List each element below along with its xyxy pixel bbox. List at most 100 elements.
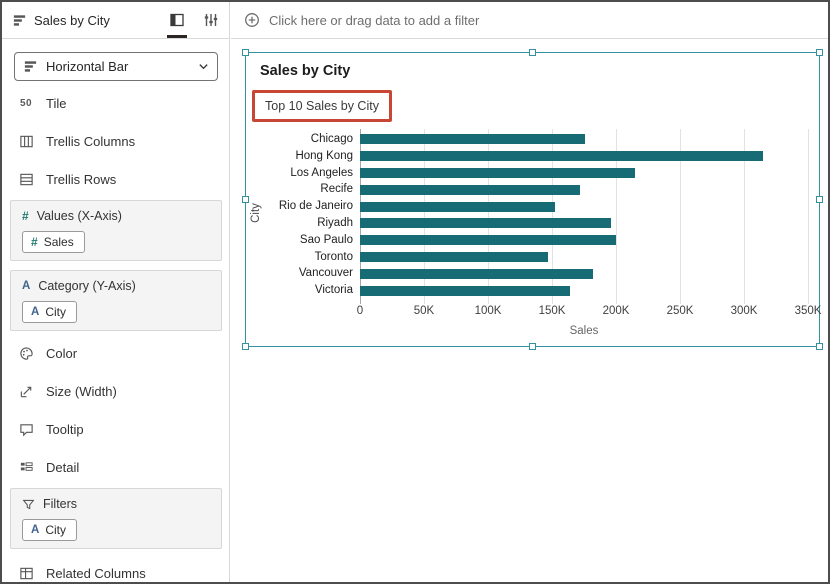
sidebar-item-size-width[interactable]: Size (Width) xyxy=(2,378,230,404)
section-values-x-axis[interactable]: # Values (X-Axis) # Sales xyxy=(10,200,222,261)
section-filters-header: Filters xyxy=(22,496,210,512)
bar[interactable] xyxy=(360,235,616,246)
sidebar-item-related-columns[interactable]: Related Columns xyxy=(2,560,230,582)
bar[interactable] xyxy=(360,251,549,262)
viz-title: Sales by City xyxy=(260,63,351,79)
filter-bar[interactable]: Click here or drag data to add a filter xyxy=(231,2,828,39)
visualization-sales-by-city[interactable]: Sales by City Top 10 Sales by City City … xyxy=(242,49,823,350)
color-palette-icon xyxy=(17,346,35,361)
category-label: Sao Paulo xyxy=(299,233,353,246)
chip-sales-label: Sales xyxy=(43,235,74,249)
sidebar-tabs xyxy=(167,2,221,38)
tab-properties[interactable] xyxy=(201,2,221,38)
viz-subtitle: Top 10 Sales by City xyxy=(265,99,379,113)
grammar-panel-icon xyxy=(169,12,185,28)
x-tick-label: 150K xyxy=(538,305,566,317)
resize-handle-e[interactable] xyxy=(816,195,823,203)
bar[interactable] xyxy=(360,201,555,212)
viz-type-label: Horizontal Bar xyxy=(46,59,129,74)
tab-grammar-panel[interactable] xyxy=(167,2,187,38)
x-tick-label: 50K xyxy=(413,305,435,317)
x-axis-label: Sales xyxy=(569,325,599,337)
section-filters-label: Filters xyxy=(43,497,78,511)
attribute-a-icon: A xyxy=(31,306,40,318)
section-filters[interactable]: Filters A City xyxy=(10,488,222,549)
trellis-rows-icon xyxy=(17,172,35,187)
measure-hash-icon: # xyxy=(31,235,38,249)
sidebar-title: Sales by City xyxy=(12,13,110,28)
bar[interactable] xyxy=(360,184,581,195)
resize-handle-w[interactable] xyxy=(242,195,249,203)
resize-handle-nw[interactable] xyxy=(242,49,249,56)
filter-funnel-icon xyxy=(22,498,35,511)
main-area: Click here or drag data to add a filter … xyxy=(231,2,828,582)
chip-filter-city-label: City xyxy=(45,523,66,537)
x-tick-label: 250K xyxy=(666,305,694,317)
related-columns-icon xyxy=(17,566,35,581)
sidebar-item-trellis-rows[interactable]: Trellis Rows xyxy=(2,166,230,192)
resize-handle-s[interactable] xyxy=(528,343,536,350)
category-label: Rio de Janeiro xyxy=(278,200,353,213)
bar[interactable] xyxy=(360,268,593,279)
sidebar: Sales by City Horizontal Bar 50 Tile Tre… xyxy=(2,2,230,582)
viz-type-dropdown[interactable]: Horizontal Bar xyxy=(14,52,218,81)
bar-row xyxy=(360,265,808,282)
filter-bar-prompt: Click here or drag data to add a filter xyxy=(269,12,480,28)
x-tick-label: 300K xyxy=(730,305,758,317)
chip-city-label: City xyxy=(45,305,66,319)
chip-sales[interactable]: # Sales xyxy=(22,231,85,253)
category-label: Los Angeles xyxy=(290,166,353,179)
category-label: Recife xyxy=(320,183,353,196)
sidebar-item-tile[interactable]: 50 Tile xyxy=(2,90,230,116)
section-values-header: # Values (X-Axis) xyxy=(22,208,210,224)
trellis-columns-icon xyxy=(17,134,35,149)
x-axis-ticks: 0 50K 100K 150K 200K 250K 300K 350K xyxy=(356,305,822,319)
app-window: Sales by City Horizontal Bar 50 Tile Tre… xyxy=(0,0,830,584)
bar-row xyxy=(360,148,808,165)
sidebar-header: Sales by City xyxy=(2,2,229,39)
sidebar-item-tooltip[interactable]: Tooltip xyxy=(2,416,230,442)
tile-50-icon: 50 xyxy=(19,97,33,109)
category-label: Riyadh xyxy=(317,216,353,229)
bar-chart: Chicago Hong Kong Los Angeles Recife Rio de … xyxy=(246,129,809,304)
bar-row xyxy=(360,282,808,299)
tooltip-bubble-icon xyxy=(17,422,35,437)
category-label: Toronto xyxy=(314,250,353,263)
bar[interactable] xyxy=(360,285,570,296)
category-label: Hong Kong xyxy=(295,149,353,162)
bar[interactable] xyxy=(360,218,611,229)
sidebar-item-trellis-columns[interactable]: Trellis Columns xyxy=(2,128,230,154)
category-labels: Chicago Hong Kong Los Angeles Recife Rio de … xyxy=(246,131,360,299)
sidebar-item-detail[interactable]: Detail xyxy=(2,454,230,480)
section-category-y-axis[interactable]: A Category (Y-Axis) A City xyxy=(10,270,222,331)
canvas[interactable]: Sales by City Top 10 Sales by City City … xyxy=(231,39,828,582)
size-width-icon xyxy=(17,384,35,399)
resize-handle-se[interactable] xyxy=(816,343,823,350)
bar[interactable] xyxy=(360,151,764,162)
chip-filter-city[interactable]: A City xyxy=(22,519,77,541)
chip-city[interactable]: A City xyxy=(22,301,77,323)
resize-handle-n[interactable] xyxy=(528,49,536,56)
section-category-label: Category (Y-Axis) xyxy=(38,279,136,293)
resize-handle-sw[interactable] xyxy=(242,343,249,350)
sliders-icon xyxy=(203,12,219,28)
measure-hash-icon: # xyxy=(22,209,29,223)
bar[interactable] xyxy=(360,167,636,178)
resize-handle-ne[interactable] xyxy=(816,49,823,56)
category-label: Victoria xyxy=(314,284,353,297)
bar-row xyxy=(360,232,808,249)
sidebar-body: Horizontal Bar 50 Tile Trellis Columns T… xyxy=(2,39,230,582)
x-tick-label: 100K xyxy=(474,305,502,317)
bar-row xyxy=(360,198,808,215)
bar-row xyxy=(360,181,808,198)
x-tick-label: 200K xyxy=(602,305,630,317)
plus-circle-icon xyxy=(244,12,260,28)
chevron-down-icon xyxy=(198,61,209,72)
sidebar-item-color[interactable]: Color xyxy=(2,340,230,366)
bar-row xyxy=(360,131,808,148)
x-tick-label: 0 xyxy=(356,305,364,317)
bar-row xyxy=(360,249,808,266)
horizontal-bar-icon xyxy=(23,59,38,74)
bar[interactable] xyxy=(360,134,586,145)
detail-grid-icon xyxy=(17,460,35,475)
